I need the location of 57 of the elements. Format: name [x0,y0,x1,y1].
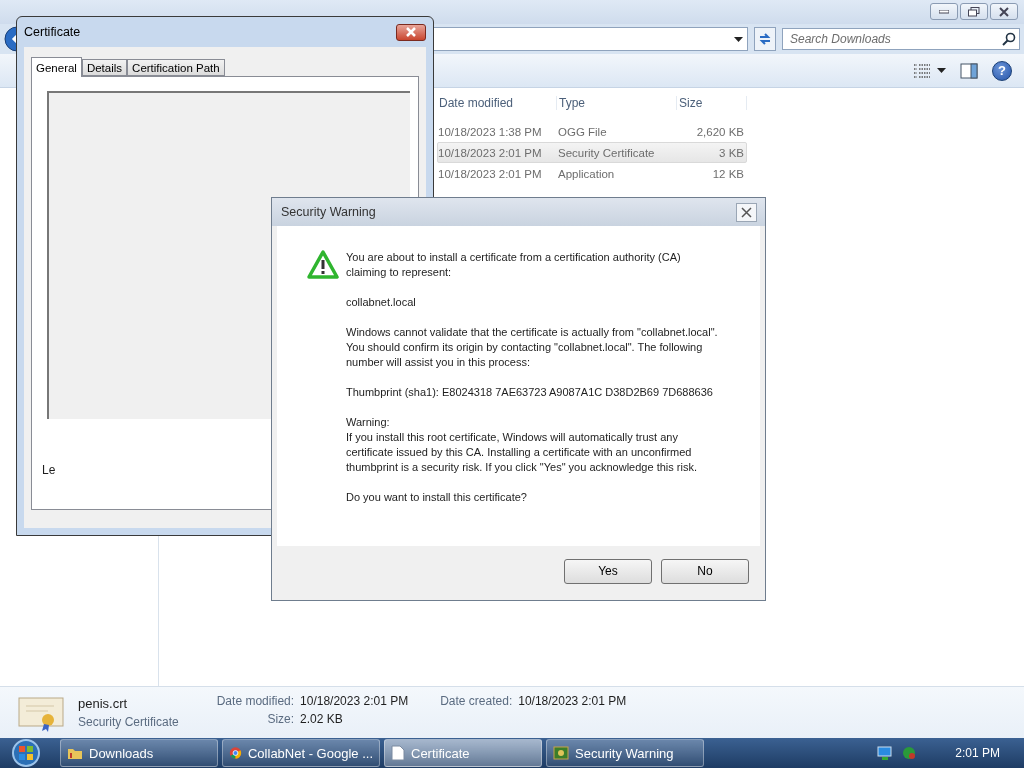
taskbar-button[interactable]: Security Warning [546,739,704,767]
taskbar-button[interactable]: Downloads [60,739,218,767]
file-row[interactable]: 10/18/2023 1:38 PM OGG File 2,620 KB [437,121,747,142]
dialog-button[interactable]: Yes [564,558,652,584]
caret-icon[interactable] [937,68,946,73]
close-icon [999,6,1009,17]
column-header[interactable]: Size [677,96,747,110]
dialog-button[interactable]: No [661,558,749,584]
field-value: 2.02 KB [300,712,344,726]
view-list-icon[interactable] [913,61,931,80]
field-label: Size: [266,712,295,726]
tab[interactable]: General [31,57,82,77]
close-button[interactable] [396,23,426,41]
certificate-icon [553,745,569,761]
restore-button[interactable] [960,3,988,20]
field-label: Date modified: [216,694,295,708]
field-value: 10/18/2023 2:01 PM [300,694,409,708]
column-header[interactable]: Date modified [437,96,557,110]
preview-pane-icon[interactable] [960,61,978,80]
refresh-button[interactable] [754,27,776,51]
message-text: Do you want to install this certificate? [346,490,528,505]
refresh-icon [758,32,772,46]
window-title: Certificate [24,25,81,39]
search-icon[interactable] [1002,32,1016,46]
caret-icon[interactable] [734,36,743,42]
close-icon [741,206,752,218]
file-row[interactable]: 10/18/2023 2:01 PM Security Certificate 3 KB [437,142,747,163]
restore-icon [968,6,980,17]
field-value: 10/18/2023 2:01 PM [518,694,627,708]
dialog-title: Security Warning [281,205,376,219]
document-icon [391,745,405,761]
search-field[interactable]: Search Downloads [782,28,1020,50]
tab[interactable]: Certification Path [127,59,225,76]
minimize-icon [939,9,949,14]
column-header[interactable]: Type [557,96,677,110]
file-name: penis.crt [78,696,129,711]
close-button[interactable] [736,202,757,222]
network-icon[interactable] [877,745,894,761]
message-text: collabnet.local [346,295,417,310]
close-button[interactable] [990,3,1018,20]
partial-label: Le [42,463,56,477]
field-label: Date created: [440,694,513,708]
message-text: Thumbprint (sha1): E8024318 7AE63723 A9087A1C D38D2B69 7D688636 [346,385,714,400]
message-text: You are about to install a certificate from a certification authority (CA) claiming to represent: [346,250,682,280]
browser-icon [229,745,242,761]
file-row[interactable]: 10/18/2023 2:01 PM Application 12 KB [437,163,747,184]
close-icon [405,27,417,37]
tab[interactable]: Details [81,59,128,76]
file-type: Security Certificate [78,715,179,729]
security-icon[interactable] [901,745,918,761]
message-text: If you install this root certificate, Windows will automatically trust any certificate issued by this CA. Installing a certificate with an unconfirmed thumbprint is a security risk. If you click "Yes" you acknowledge this risk. [346,430,698,475]
clock[interactable]: 2:01 PM [955,746,1000,760]
taskbar-button[interactable]: CollabNet - Google ... [222,739,380,767]
warning-icon [307,250,339,280]
help-button[interactable]: ? [992,60,1012,81]
message-text: Warning: [346,415,391,430]
message-text: Windows cannot validate that the certificate is actually from "collabnet.local". You should confirm its origin by contacting "collabnet.local". The following number will assist you in this process: [346,325,718,370]
